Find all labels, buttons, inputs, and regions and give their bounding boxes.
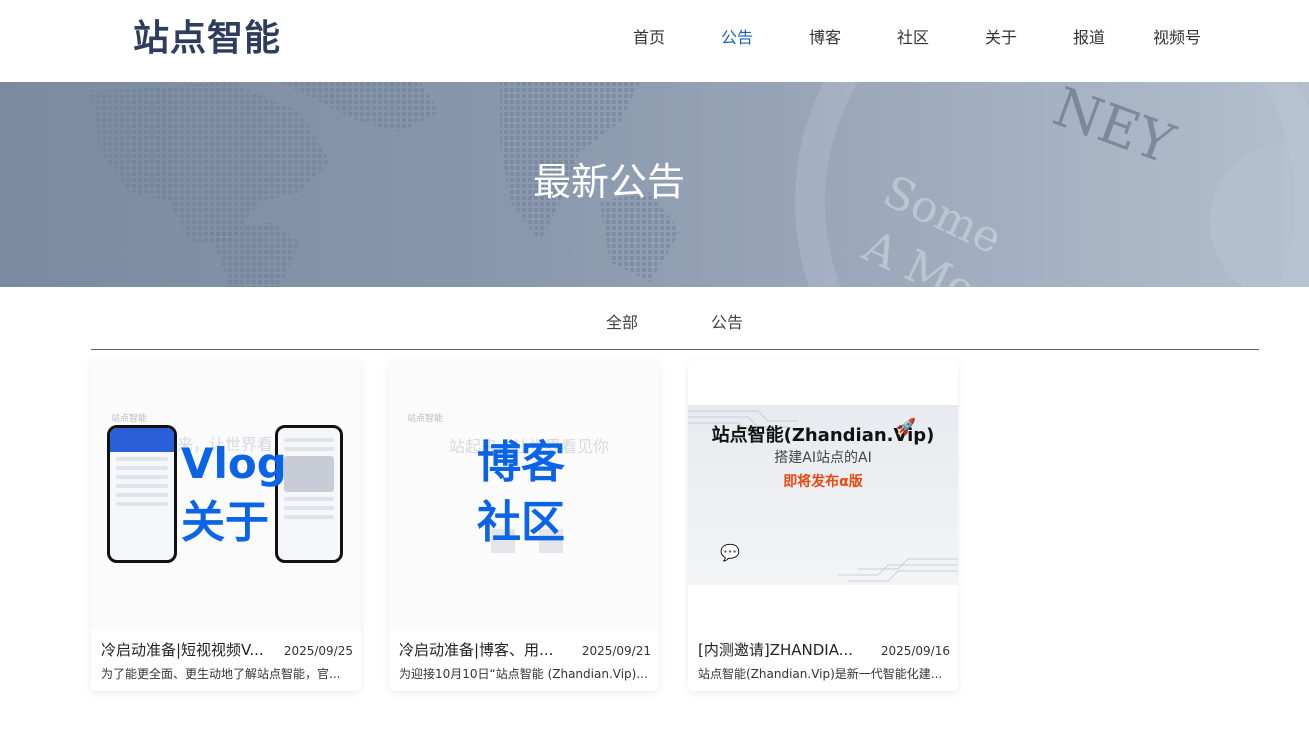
post-excerpt: 站点智能(Zhandian.Vip)是新一代智能化建... bbox=[698, 667, 943, 681]
category-tabs: 全部 公告 bbox=[91, 287, 1259, 350]
post-excerpt: 为了能更全面、更生动地了解站点智能，官... bbox=[101, 667, 341, 681]
post-meta-2: 冷启动准备|博客、用... 2025/09/21 为迎接10月10日“站点智能 … bbox=[399, 639, 651, 683]
page-title: 最新公告 bbox=[532, 160, 685, 204]
nav-home[interactable]: 首页 bbox=[605, 26, 693, 50]
post-thumbnail-1[interactable]: 站点智能 起来，让世界看见 Vlog 关于 bbox=[91, 359, 361, 629]
phone-mockup-left bbox=[107, 425, 177, 563]
site-header: 站点智能 首页 公告 博客 社区 关于 报道 视频号 bbox=[0, 0, 1309, 82]
thumb-tag: 即将发布α版 bbox=[783, 474, 863, 490]
thumb-headline: 站点智能(Zhandian.Vip) bbox=[711, 425, 935, 446]
post-card-3[interactable]: 站点智能(Zhandian.Vip) 搭建AI站点的AI 即将发布α版 🚀 💬 … bbox=[688, 359, 958, 691]
thumb-big-text-vlog: Vlog bbox=[181, 439, 287, 488]
nav-community[interactable]: 社区 bbox=[869, 26, 957, 50]
thumb-big-text-blog: 博客 bbox=[477, 437, 565, 488]
nav-about[interactable]: 关于 bbox=[957, 26, 1045, 50]
hero-banner: Some A More NEY 最新公告 bbox=[0, 82, 1309, 287]
thumb-subtitle: 搭建AI站点的AI bbox=[774, 450, 872, 466]
thumb-brand: 站点智能 bbox=[111, 414, 148, 424]
post-title[interactable]: 冷启动准备|短视视频V... bbox=[101, 639, 264, 661]
post-date: 2025/09/25 bbox=[283, 644, 353, 658]
post-date: 2025/09/16 bbox=[880, 644, 950, 658]
nav-announcements[interactable]: 公告 bbox=[693, 26, 781, 50]
post-thumbnail-2[interactable]: 站点智能 站起来，让世界看见你 博客 社区 bbox=[389, 359, 659, 629]
nav-video[interactable]: 视频号 bbox=[1133, 26, 1221, 50]
post-title[interactable]: [内测邀请]ZHANDIA... bbox=[698, 639, 853, 661]
post-excerpt: 为迎接10月10日“站点智能 (Zhandian.Vip)... bbox=[399, 667, 648, 681]
main-nav: 首页 公告 博客 社区 关于 报道 视频号 bbox=[605, 26, 1221, 50]
tab-all[interactable]: 全部 bbox=[606, 312, 638, 334]
post-date: 2025/09/21 bbox=[581, 644, 651, 658]
thumb-panel: 站点智能(Zhandian.Vip) 搭建AI站点的AI 即将发布α版 🚀 💬 bbox=[688, 405, 958, 585]
post-meta-3: [内测邀请]ZHANDIA... 2025/09/16 站点智能(Zhandia… bbox=[698, 639, 950, 683]
rocket-icon: 🚀 bbox=[896, 417, 916, 436]
post-title[interactable]: 冷启动准备|博客、用... bbox=[399, 639, 553, 661]
site-logo[interactable]: 站点智能 bbox=[133, 16, 281, 62]
thumb-brand: 站点智能 bbox=[407, 414, 444, 424]
nav-blog[interactable]: 博客 bbox=[781, 26, 869, 50]
thumb-big-text-about: 关于 bbox=[181, 497, 269, 548]
post-card-2[interactable]: 站点智能 站起来，让世界看见你 博客 社区 冷启动准备|博客、用... 2025… bbox=[389, 359, 659, 691]
tab-announcements[interactable]: 公告 bbox=[711, 312, 743, 334]
thumb-big-text-community: 社区 bbox=[477, 497, 565, 548]
post-card-1[interactable]: 站点智能 起来，让世界看见 Vlog 关于 冷启动准备|短视视频V... 202… bbox=[91, 359, 361, 691]
nav-press[interactable]: 报道 bbox=[1045, 26, 1133, 50]
post-thumbnail-3[interactable]: 站点智能(Zhandian.Vip) 搭建AI站点的AI 即将发布α版 🚀 💬 bbox=[688, 359, 958, 629]
post-meta-1: 冷启动准备|短视视频V... 2025/09/25 为了能更全面、更生动地了解站… bbox=[101, 639, 353, 683]
chat-bubble-icon: 💬 bbox=[720, 543, 740, 562]
